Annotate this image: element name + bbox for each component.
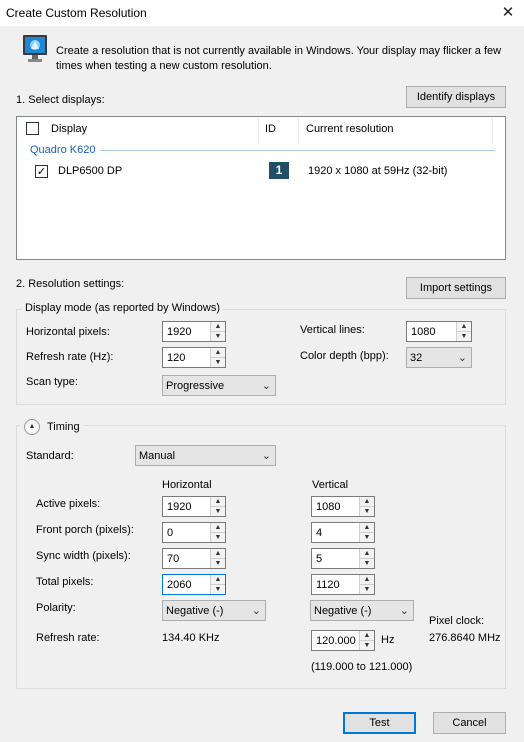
spin-down-icon[interactable]: ▼: [360, 585, 374, 595]
test-button[interactable]: Test: [343, 712, 416, 734]
color-depth-label: Color depth (bpp):: [300, 350, 389, 362]
vertical-lines-label: Vertical lines:: [300, 324, 365, 336]
display-name[interactable]: DLP6500 DP: [58, 165, 122, 177]
chevron-down-icon: ⌄: [457, 352, 467, 364]
scan-type-dropdown[interactable]: Progressive ⌄: [162, 375, 276, 396]
select-all-checkbox[interactable]: [26, 122, 39, 135]
timing-refresh-rate-label: Refresh rate:: [36, 632, 100, 644]
total-pixels-label: Total pixels:: [36, 576, 94, 588]
identify-displays-button[interactable]: Identify displays: [406, 86, 506, 108]
horizontal-pixels-spinner[interactable]: 1920 ▲ ▼: [162, 321, 226, 342]
spin-up-icon[interactable]: ▲: [360, 631, 374, 641]
color-depth-dropdown[interactable]: 32 ⌄: [406, 347, 472, 368]
v-refresh-rate-spinner[interactable]: 120.000 ▲ ▼: [311, 630, 375, 651]
spin-up-icon[interactable]: ▲: [211, 549, 225, 559]
spin-up-icon[interactable]: ▲: [360, 497, 374, 507]
v-active-pixels-spinner[interactable]: 1080 ▲ ▼: [311, 496, 375, 517]
group-separator: [100, 150, 495, 151]
collapse-icon[interactable]: ▲: [24, 419, 40, 435]
displays-list[interactable]: [16, 116, 506, 260]
spin-down-icon[interactable]: ▼: [211, 507, 225, 517]
spin-down-icon[interactable]: ▼: [360, 641, 374, 651]
spin-up-icon[interactable]: ▲: [360, 549, 374, 559]
display-row-checkbox[interactable]: ✓: [35, 165, 48, 178]
refresh-rate-unit: Hz: [381, 634, 395, 646]
standard-dropdown[interactable]: Manual ⌄: [135, 445, 276, 466]
h-active-pixels-spinner[interactable]: 1920 ▲ ▼: [162, 496, 226, 517]
column-header-display[interactable]: Display: [51, 123, 87, 135]
h-polarity-dropdown[interactable]: Negative (-) ⌄: [162, 600, 266, 621]
chevron-down-icon: ⌄: [399, 605, 409, 617]
spin-down-icon[interactable]: ▼: [211, 559, 225, 569]
pixel-clock-value: 276.8640 MHz: [429, 632, 501, 644]
monitor-icon: [22, 34, 48, 64]
resolution-settings-heading: 2. Resolution settings:: [16, 278, 125, 290]
chevron-down-icon: ⌄: [261, 450, 271, 462]
spin-down-icon[interactable]: ▼: [211, 585, 225, 595]
intro-text: Create a resolution that is not currentl…: [56, 45, 502, 72]
pixel-clock-label: Pixel clock:: [429, 615, 485, 627]
standard-label: Standard:: [26, 450, 74, 462]
h-total-pixels-spinner[interactable]: 2060 ▲ ▼: [162, 574, 226, 595]
close-icon[interactable]: ✕: [494, 1, 522, 25]
column-divider: [298, 118, 299, 144]
column-divider: [492, 118, 493, 144]
spin-down-icon[interactable]: ▼: [211, 533, 225, 543]
spin-up-icon[interactable]: ▲: [211, 523, 225, 533]
spin-up-icon[interactable]: ▲: [211, 322, 225, 332]
refresh-rate-range: (119.000 to 121.000): [311, 661, 413, 673]
refresh-rate-spinner[interactable]: 120 ▲ ▼: [162, 347, 226, 368]
column-header-current-resolution[interactable]: Current resolution: [306, 123, 393, 135]
active-pixels-label: Active pixels:: [36, 498, 101, 510]
chevron-down-icon: ⌄: [261, 380, 271, 392]
import-settings-button[interactable]: Import settings: [406, 277, 506, 299]
h-sync-width-spinner[interactable]: 70 ▲ ▼: [162, 548, 226, 569]
front-porch-label: Front porch (pixels):: [36, 524, 134, 536]
spin-down-icon[interactable]: ▼: [360, 559, 374, 569]
polarity-label: Polarity:: [36, 602, 76, 614]
h-refresh-rate-value: 134.40 KHz: [162, 632, 220, 644]
refresh-rate-label: Refresh rate (Hz):: [26, 351, 114, 363]
spin-up-icon[interactable]: ▲: [457, 322, 471, 332]
horizontal-column-header: Horizontal: [162, 479, 212, 491]
spin-up-icon[interactable]: ▲: [211, 497, 225, 507]
v-polarity-dropdown[interactable]: Negative (-) ⌄: [310, 600, 414, 621]
cancel-button[interactable]: Cancel: [433, 712, 506, 734]
spin-up-icon[interactable]: ▲: [211, 348, 225, 358]
horizontal-pixels-label: Horizontal pixels:: [26, 326, 110, 338]
spin-down-icon[interactable]: ▼: [360, 507, 374, 517]
display-mode-legend: Display mode (as reported by Windows): [22, 302, 224, 314]
vertical-column-header: Vertical: [312, 479, 349, 491]
chevron-down-icon: ⌄: [251, 605, 261, 617]
select-displays-heading: 1. Select displays:: [16, 94, 105, 106]
h-front-porch-spinner[interactable]: 0 ▲ ▼: [162, 522, 226, 543]
timing-legend[interactable]: Timing: [47, 421, 80, 433]
display-current-resolution: 1920 x 1080 at 59Hz (32-bit): [308, 165, 448, 177]
vertical-lines-spinner[interactable]: 1080 ▲ ▼: [406, 321, 472, 342]
v-total-pixels-spinner[interactable]: 1120 ▲ ▼: [311, 574, 375, 595]
column-header-id[interactable]: ID: [265, 123, 276, 135]
v-sync-width-spinner[interactable]: 5 ▲ ▼: [311, 548, 375, 569]
spin-down-icon[interactable]: ▼: [211, 332, 225, 342]
v-front-porch-spinner[interactable]: 4 ▲ ▼: [311, 522, 375, 543]
column-divider: [258, 118, 259, 144]
spin-down-icon[interactable]: ▼: [211, 358, 225, 368]
display-id-badge: 1: [269, 162, 289, 179]
spin-up-icon[interactable]: ▲: [360, 575, 374, 585]
gpu-group-label: Quadro K620: [30, 144, 96, 156]
spin-down-icon[interactable]: ▼: [457, 332, 471, 342]
spin-up-icon[interactable]: ▲: [211, 575, 225, 585]
window-title: Create Custom Resolution: [6, 6, 147, 20]
sync-width-label: Sync width (pixels):: [36, 550, 131, 562]
scan-type-label: Scan type:: [26, 376, 78, 388]
spin-down-icon[interactable]: ▼: [360, 533, 374, 543]
spin-up-icon[interactable]: ▲: [360, 523, 374, 533]
